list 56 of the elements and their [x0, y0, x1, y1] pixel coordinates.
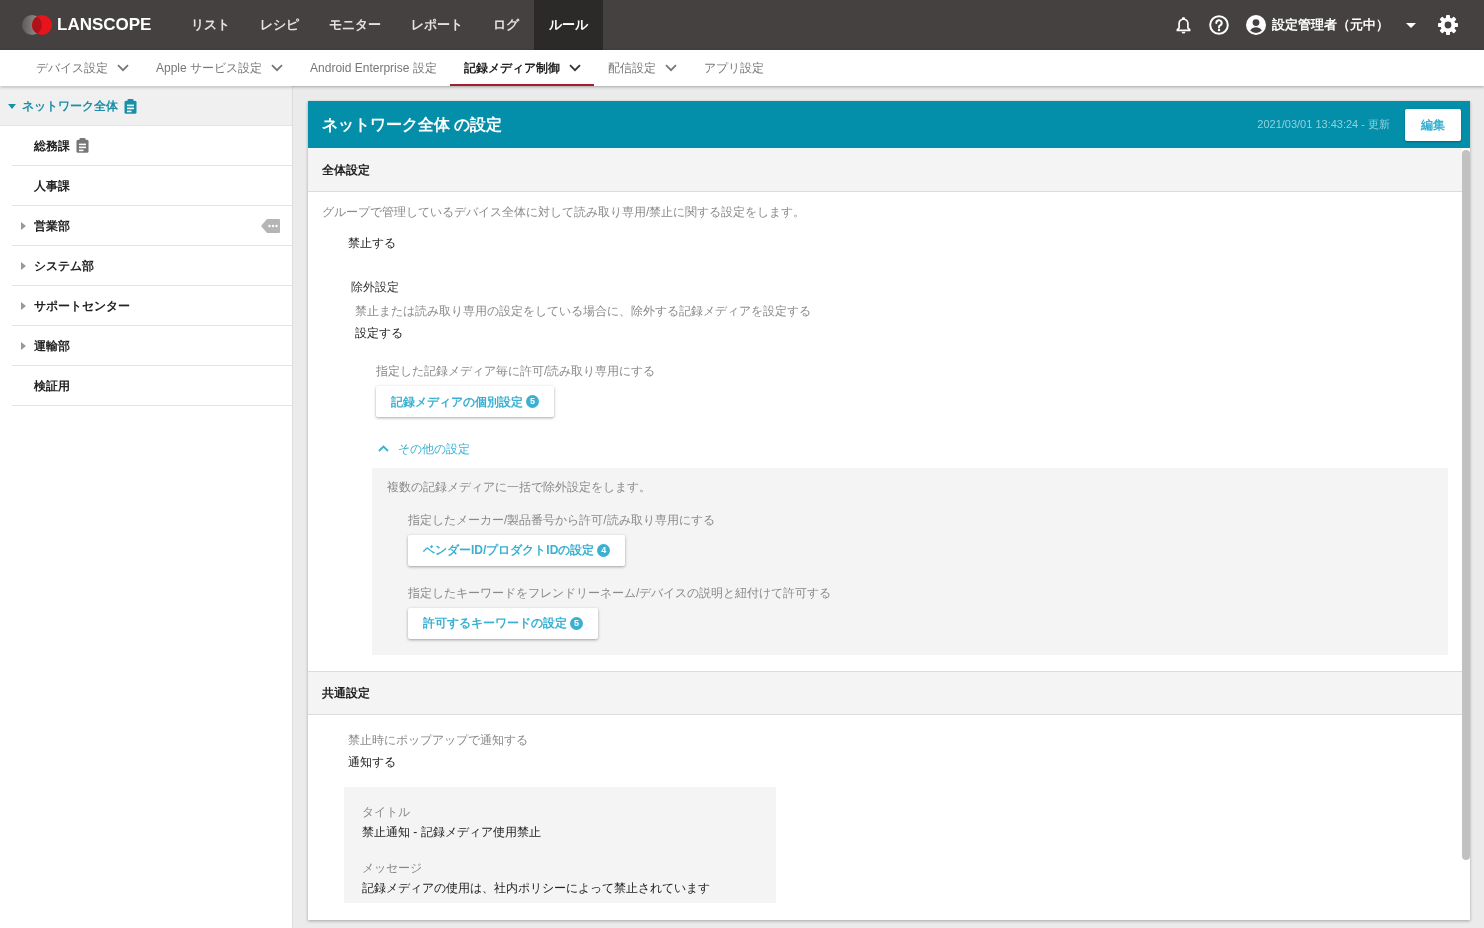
user-menu-button[interactable]: 設定管理者（元中）	[1246, 15, 1416, 35]
description-text: 禁止時にポップアップで通知する	[348, 731, 529, 749]
section-header: 全体設定	[308, 148, 1462, 192]
nav-tab[interactable]: レポート	[396, 0, 478, 50]
setting-heading: 除外設定	[351, 279, 400, 296]
nav-tab[interactable]: レシピ	[245, 0, 314, 50]
nav-tab[interactable]: ルール	[534, 0, 603, 50]
updated-timestamp: 2021/03/01 13:43:24 - 更新	[1257, 117, 1390, 133]
caret-down-icon	[1406, 22, 1416, 28]
tag-icon	[261, 218, 280, 233]
user-avatar-icon	[1246, 15, 1266, 35]
setting-value: 通知する	[348, 753, 397, 771]
clipboard-icon	[124, 98, 137, 114]
triangle-right-icon	[21, 221, 26, 230]
chevron-up-icon	[378, 445, 389, 452]
field-value: 記録メディアの使用は、社内ポリシーによって禁止されています	[362, 879, 711, 897]
field-label: メッセージ	[362, 859, 423, 877]
scrollbar-thumb[interactable]	[1462, 150, 1470, 860]
field-value: 禁止通知 - 記録メディア使用禁止	[362, 823, 542, 841]
circles-logo-icon	[22, 15, 52, 35]
triangle-down-icon	[8, 103, 16, 109]
count-badge: 5	[570, 616, 583, 630]
nav-tab[interactable]: ログ	[478, 0, 534, 50]
nav-tab[interactable]: モニター	[314, 0, 396, 50]
brand-name: LANSCOPE	[57, 15, 152, 35]
description-text: 複数の記録メディアに一括で除外設定をします。	[387, 478, 652, 496]
count-badge: 5	[526, 395, 539, 408]
nav-tab[interactable]: リスト	[176, 0, 245, 50]
subnav-tab[interactable]: Apple サービス設定	[142, 50, 297, 86]
option-description: 指定したメーカー/製品番号から許可/読み取り専用にする	[408, 511, 716, 529]
description-text: グループで管理しているデバイス全体に対して読み取り専用/禁止に関する設定をします。	[322, 204, 807, 221]
count-badge: 4	[597, 543, 611, 557]
subnav-tab[interactable]: デバイス設定	[22, 50, 142, 86]
clipboard-icon	[76, 138, 89, 153]
notification-bell-icon[interactable]	[1176, 16, 1191, 34]
settings-icon[interactable]	[1438, 15, 1458, 35]
triangle-right-icon	[21, 261, 26, 270]
setting-value: 禁止する	[348, 235, 397, 252]
triangle-right-icon	[21, 341, 26, 350]
chevron-down-icon	[271, 64, 284, 72]
subnav-tab[interactable]: 配信設定	[593, 50, 690, 86]
section-header: 共通設定	[308, 670, 1462, 715]
option-description: 指定したキーワードをフレンドリーネーム/デバイスの説明と紐付けて許可する	[408, 584, 833, 602]
description-text: 禁止または読み取り専用の設定をしている場合に、除外する記録メディアを設定する	[355, 303, 812, 320]
help-icon[interactable]	[1209, 15, 1229, 35]
subnav-tab[interactable]: 記録メディア制御	[449, 50, 594, 86]
chevron-down-icon	[117, 64, 129, 72]
field-label: タイトル	[362, 803, 411, 821]
panel-title: ネットワーク全体 の設定	[322, 114, 503, 135]
subnav-tab[interactable]: Android Enterprise 設定	[296, 50, 450, 86]
subnav-tab[interactable]: アプリ設定	[689, 50, 777, 86]
chevron-down-icon	[568, 64, 581, 72]
option-description: 指定した記録メディア毎に許可/読み取り専用にする	[376, 363, 657, 380]
chevron-down-icon	[664, 64, 677, 72]
triangle-right-icon	[21, 301, 26, 310]
setting-value: 設定する	[355, 325, 404, 342]
